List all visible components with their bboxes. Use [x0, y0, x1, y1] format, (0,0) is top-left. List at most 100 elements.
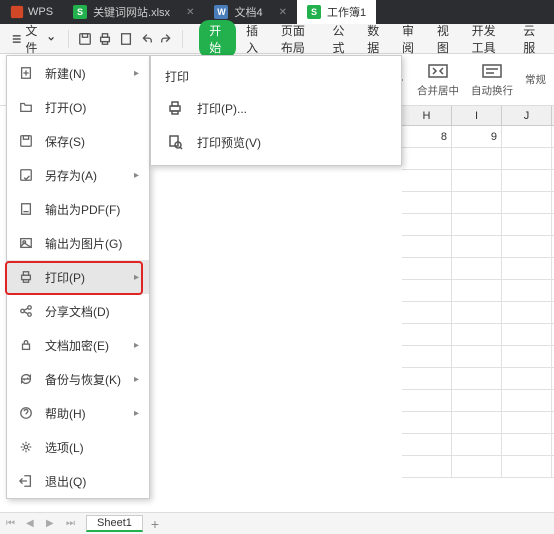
menu-label: 选项(L)	[45, 439, 84, 456]
file-label: 文件	[25, 22, 44, 56]
wrap-label: 自动换行	[471, 83, 513, 98]
chevron-right-icon: ▸	[134, 408, 139, 419]
nav-first-icon[interactable]: ⏮	[6, 518, 18, 529]
nav-next-icon[interactable]: ▶	[46, 518, 58, 529]
menu-image[interactable]: 输出为图片(G)	[7, 226, 149, 260]
row	[402, 258, 554, 280]
menu-encrypt[interactable]: 文档加密(E) ▸	[7, 328, 149, 362]
merge-icon	[427, 61, 449, 81]
wrap-text[interactable]: 自动换行	[471, 61, 513, 98]
row	[402, 236, 554, 258]
row	[402, 192, 554, 214]
row	[402, 302, 554, 324]
menu-options[interactable]: 选项(L)	[7, 430, 149, 464]
chevron-right-icon: ▸	[134, 374, 139, 385]
menu-label: 新建(N)	[45, 65, 86, 82]
menu-label: 文档加密(E)	[45, 337, 109, 354]
cell-i1[interactable]: 9	[452, 126, 502, 147]
add-sheet-icon[interactable]: +	[151, 516, 159, 532]
menu-save[interactable]: 保存(S)	[7, 124, 149, 158]
row	[402, 346, 554, 368]
menu-print[interactable]: 打印(P) ▸	[7, 260, 149, 294]
hamburger-menu[interactable]: 文件	[6, 19, 60, 59]
save-icon[interactable]	[77, 30, 92, 48]
menu-help[interactable]: 帮助(H) ▸	[7, 396, 149, 430]
menu-share[interactable]: 分享文档(D)	[7, 294, 149, 328]
cell-j1[interactable]	[502, 126, 552, 147]
tab-review[interactable]: 审阅	[394, 18, 427, 60]
row	[402, 280, 554, 302]
row	[402, 368, 554, 390]
column-headers: H I J	[402, 106, 554, 126]
sheet-tab[interactable]: Sheet1	[86, 515, 143, 532]
close-icon[interactable]: ✕	[186, 7, 194, 18]
nav-last-icon[interactable]: ⏭	[66, 518, 78, 529]
menu-label: 分享文档(D)	[45, 303, 110, 320]
col-header-h[interactable]: H	[402, 106, 452, 125]
row	[402, 170, 554, 192]
row	[402, 456, 554, 478]
preview-icon	[165, 132, 185, 152]
close-icon[interactable]: ✕	[279, 7, 287, 18]
submenu-label: 打印(P)...	[197, 100, 247, 117]
chevron-down-icon	[48, 35, 54, 43]
sheet-bar: ⏮ ◀ ▶ ⏭ Sheet1 +	[0, 512, 554, 534]
menu-pdf[interactable]: 输出为PDF(F)	[7, 192, 149, 226]
preview-icon[interactable]	[118, 30, 133, 48]
col-header-i[interactable]: I	[452, 106, 502, 125]
tab-cloud[interactable]: 云服	[515, 18, 548, 60]
tab-insert[interactable]: 插入	[238, 18, 271, 60]
menu-icon	[12, 33, 21, 45]
print-submenu: 打印 打印(P)... 打印预览(V)	[150, 55, 402, 166]
undo-icon[interactable]	[139, 30, 154, 48]
menu-label: 备份与恢复(K)	[45, 371, 121, 388]
submenu-print[interactable]: 打印(P)...	[151, 91, 401, 125]
toolbar: 文件 开始 插入 页面布局 公式 数据 审阅 视图 开发工具 云服	[0, 24, 554, 54]
submenu-preview[interactable]: 打印预览(V)	[151, 125, 401, 159]
new-file-icon	[17, 64, 35, 82]
format-label: 常规	[525, 72, 546, 87]
tab-dev[interactable]: 开发工具	[464, 18, 514, 60]
col-header-j[interactable]: J	[502, 106, 552, 125]
document-tab-0[interactable]: S 关键词网站.xlsx ✕	[63, 0, 204, 24]
save-icon	[17, 132, 35, 150]
wps-logo-icon	[10, 5, 24, 19]
tab-start[interactable]: 开始	[199, 20, 236, 58]
merge-center[interactable]: 合并居中	[417, 61, 459, 98]
cell-h1[interactable]: 8	[402, 126, 452, 147]
file-menu: 新建(N) ▸ 打开(O) 保存(S) 另存为(A) ▸ 输出为PDF(F) 输…	[6, 55, 150, 499]
wrap-icon	[481, 61, 503, 81]
separator	[68, 30, 69, 48]
printer-icon	[165, 98, 185, 118]
backup-icon	[17, 370, 35, 388]
share-icon	[17, 302, 35, 320]
row-1: 8 9	[402, 126, 554, 148]
tab-view[interactable]: 视图	[429, 18, 462, 60]
menu-new[interactable]: 新建(N) ▸	[7, 56, 149, 90]
chevron-right-icon: ▸	[134, 340, 139, 351]
menu-exit[interactable]: 退出(Q)	[7, 464, 149, 498]
redo-icon[interactable]	[160, 30, 175, 48]
format-group[interactable]: 常规	[525, 72, 546, 87]
spreadsheet-icon: S	[73, 5, 87, 19]
printer-icon	[17, 268, 35, 286]
tab-formula[interactable]: 公式	[324, 18, 357, 60]
merge-label: 合并居中	[417, 83, 459, 98]
separator	[182, 30, 183, 48]
menu-backup[interactable]: 备份与恢复(K) ▸	[7, 362, 149, 396]
image-icon	[17, 234, 35, 252]
tab-page[interactable]: 页面布局	[273, 18, 323, 60]
saveas-icon	[17, 166, 35, 184]
nav-prev-icon[interactable]: ◀	[26, 518, 38, 529]
wps-brand: WPS	[0, 5, 63, 19]
menu-label: 打开(O)	[45, 99, 86, 116]
tab-data[interactable]: 数据	[359, 18, 392, 60]
menu-label: 打印(P)	[45, 269, 85, 286]
row	[402, 214, 554, 236]
row	[402, 390, 554, 412]
grid-rows: 8 9	[402, 126, 554, 478]
menu-open[interactable]: 打开(O)	[7, 90, 149, 124]
menu-saveas[interactable]: 另存为(A) ▸	[7, 158, 149, 192]
print-icon[interactable]	[98, 30, 113, 48]
pdf-icon	[17, 200, 35, 218]
